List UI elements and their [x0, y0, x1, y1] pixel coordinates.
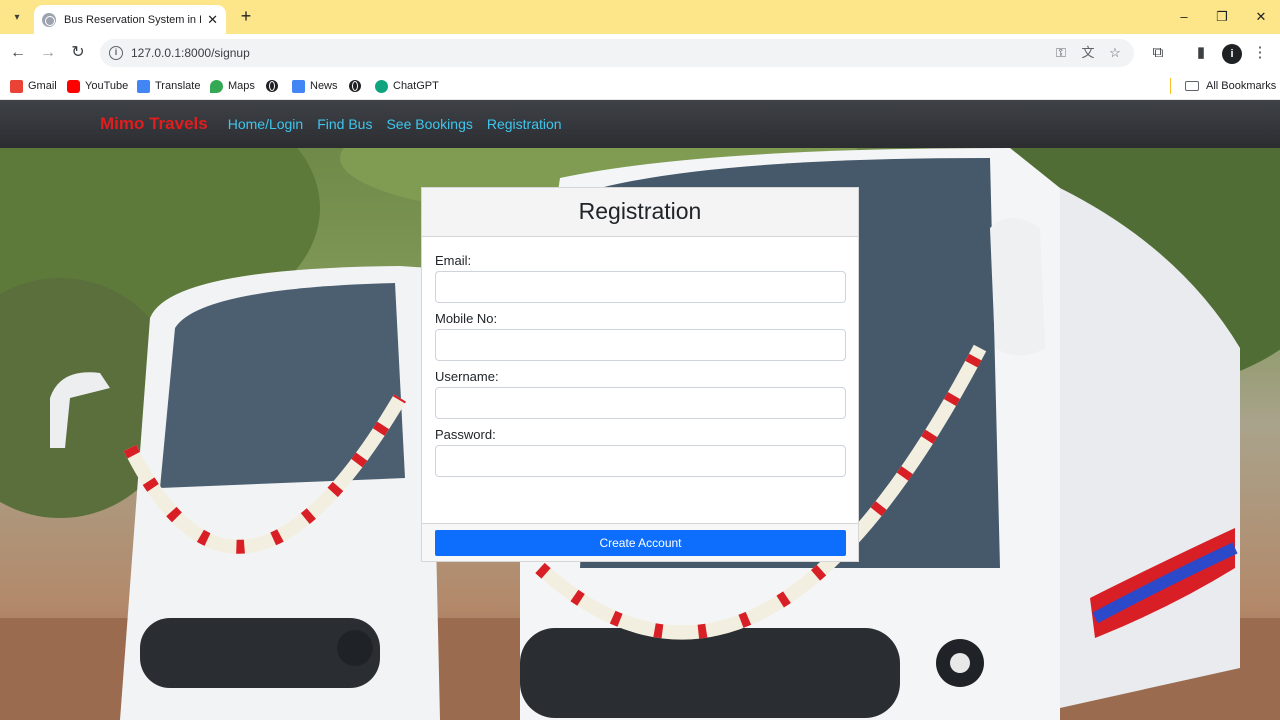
bookmark-label: Maps — [228, 80, 255, 92]
all-bookmarks-button[interactable]: All Bookmarks — [1185, 77, 1276, 95]
bookmark-globe-2[interactable] — [349, 77, 361, 95]
restore-button[interactable]: ❐ — [1212, 7, 1232, 27]
youtube-icon — [67, 79, 80, 93]
bookmark-news[interactable]: News — [292, 77, 338, 95]
password-field-group: Password: — [435, 427, 846, 477]
tab-search-icon[interactable]: ▾ — [6, 7, 28, 27]
bookmark-label: YouTube — [85, 80, 129, 92]
nav-registration[interactable]: Registration — [487, 116, 562, 132]
create-account-button[interactable]: Create Account — [435, 530, 846, 556]
all-bookmarks-label: All Bookmarks — [1206, 80, 1277, 92]
card-header: Registration — [422, 188, 858, 237]
bookmark-label: Gmail — [28, 80, 57, 92]
bookmarks-divider — [1170, 78, 1171, 94]
browser-tab[interactable]: Bus Reservation System in Djan ✕ — [34, 5, 226, 34]
side-panel-icon[interactable]: ▮ — [1191, 43, 1211, 63]
page-viewport: Mimo Travels Home/Login Find Bus See Boo… — [0, 100, 1280, 720]
brand-logo[interactable]: Mimo Travels — [100, 114, 208, 134]
reload-button[interactable]: ↻ — [68, 43, 88, 63]
browser-toolbar: ← → ↻ i 127.0.0.1:8000/signup ⚿ 文 ☆ ⧉ ▮ … — [0, 34, 1280, 72]
news-icon — [292, 79, 305, 93]
window-close-button[interactable]: ✕ — [1251, 7, 1271, 27]
globe-icon — [349, 80, 361, 92]
site-info-icon[interactable]: i — [109, 46, 123, 60]
nav-find-bus[interactable]: Find Bus — [317, 116, 372, 132]
address-bar[interactable]: i 127.0.0.1:8000/signup ⚿ 文 ☆ — [100, 39, 1134, 67]
mobile-field[interactable] — [435, 329, 846, 361]
gmail-icon — [10, 79, 23, 93]
translate-page-icon[interactable]: 文 — [1080, 45, 1096, 61]
username-field-group: Username: — [435, 369, 846, 419]
card-footer: Create Account — [422, 523, 858, 561]
bookmark-translate[interactable]: Translate — [137, 77, 200, 95]
bookmark-label: News — [310, 80, 338, 92]
registration-card: Registration Email: Mobile No: Username:… — [421, 187, 859, 562]
browser-tab-strip: ▾ Bus Reservation System in Djan ✕ + – ❐… — [0, 0, 1280, 34]
email-field[interactable] — [435, 271, 846, 303]
email-label: Email: — [435, 253, 472, 268]
maps-icon — [210, 79, 223, 93]
folder-icon — [1185, 81, 1199, 91]
username-field[interactable] — [435, 387, 846, 419]
bookmark-globe[interactable] — [266, 77, 278, 95]
url-text[interactable]: 127.0.0.1:8000/signup — [131, 46, 250, 60]
tab-title: Bus Reservation System in Djan — [64, 13, 201, 26]
key-icon[interactable]: ⚿ — [1053, 45, 1069, 61]
bookmark-label: ChatGPT — [393, 80, 439, 92]
globe-icon — [42, 12, 56, 27]
mobile-label: Mobile No: — [435, 311, 498, 326]
nav-home-login[interactable]: Home/Login — [228, 116, 304, 132]
nav-see-bookings[interactable]: See Bookings — [386, 116, 472, 132]
registration-form: Email: Mobile No: Username: Password: — [422, 237, 858, 522]
site-navbar: Mimo Travels Home/Login Find Bus See Boo… — [0, 100, 1280, 148]
password-field[interactable] — [435, 445, 846, 477]
new-tab-button[interactable]: + — [236, 7, 256, 27]
bookmark-chatgpt[interactable]: ChatGPT — [375, 77, 439, 95]
username-label: Username: — [435, 369, 499, 384]
bookmark-label: Translate — [155, 80, 201, 92]
bookmarks-bar: Gmail YouTube Translate Maps News ChatGP… — [0, 72, 1280, 100]
chatgpt-icon — [375, 79, 388, 93]
password-label: Password: — [435, 427, 496, 442]
bookmark-youtube[interactable]: YouTube — [67, 77, 128, 95]
translate-icon — [137, 79, 150, 93]
email-field-group: Email: — [435, 253, 846, 303]
mobile-field-group: Mobile No: — [435, 311, 846, 361]
bookmark-star-icon[interactable]: ☆ — [1107, 45, 1123, 61]
forward-button[interactable]: → — [38, 43, 58, 63]
page-title: Registration — [578, 198, 702, 224]
close-icon[interactable]: ✕ — [207, 12, 218, 28]
back-button[interactable]: ← — [8, 43, 28, 63]
extensions-icon[interactable]: ⧉ — [1148, 43, 1168, 63]
bookmark-gmail[interactable]: Gmail — [10, 77, 57, 95]
globe-icon — [266, 80, 278, 92]
profile-avatar[interactable]: i — [1222, 44, 1242, 64]
menu-icon[interactable]: ⋮ — [1250, 43, 1270, 63]
bookmark-maps[interactable]: Maps — [210, 77, 255, 95]
minimize-button[interactable]: – — [1174, 7, 1194, 27]
